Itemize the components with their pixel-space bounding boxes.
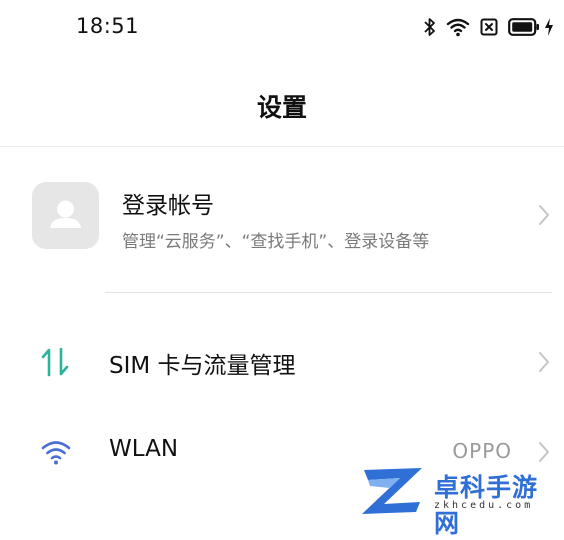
z-logo-icon	[360, 464, 428, 520]
charging-icon	[544, 17, 554, 37]
section-divider	[105, 292, 552, 293]
chevron-right-icon	[538, 441, 550, 463]
battery-icon	[508, 18, 540, 36]
wlan-connected-network: OPPO	[452, 439, 512, 463]
account-login-row[interactable]: 登录帐号 管理“云服务”、“查找手机”、登录设备等	[0, 166, 564, 266]
wlan-row-label: WLAN	[109, 436, 179, 462]
bluetooth-icon	[424, 17, 436, 37]
status-bar: 18:51	[0, 0, 564, 56]
page-title: 设置	[256, 93, 307, 122]
site-watermark: 卓科手游网 zkhcedu.com	[360, 462, 560, 538]
avatar	[32, 182, 99, 249]
no-sim-icon	[480, 18, 498, 36]
wifi-icon	[38, 436, 74, 468]
account-title: 登录帐号	[122, 193, 214, 219]
chevron-right-icon	[538, 204, 550, 226]
sim-data-transfer-icon	[38, 346, 74, 378]
status-time: 18:51	[76, 14, 140, 38]
sim-data-management-row[interactable]: SIM 卡与流量管理	[0, 330, 564, 394]
status-icons	[424, 15, 554, 39]
watermark-domain: zkhcedu.com	[434, 500, 534, 511]
header-divider	[0, 146, 564, 147]
chevron-right-icon	[538, 351, 550, 373]
account-subtitle: 管理“云服务”、“查找手机”、登录设备等	[122, 232, 430, 252]
sim-row-label: SIM 卡与流量管理	[109, 353, 296, 379]
wifi-icon	[446, 17, 470, 37]
